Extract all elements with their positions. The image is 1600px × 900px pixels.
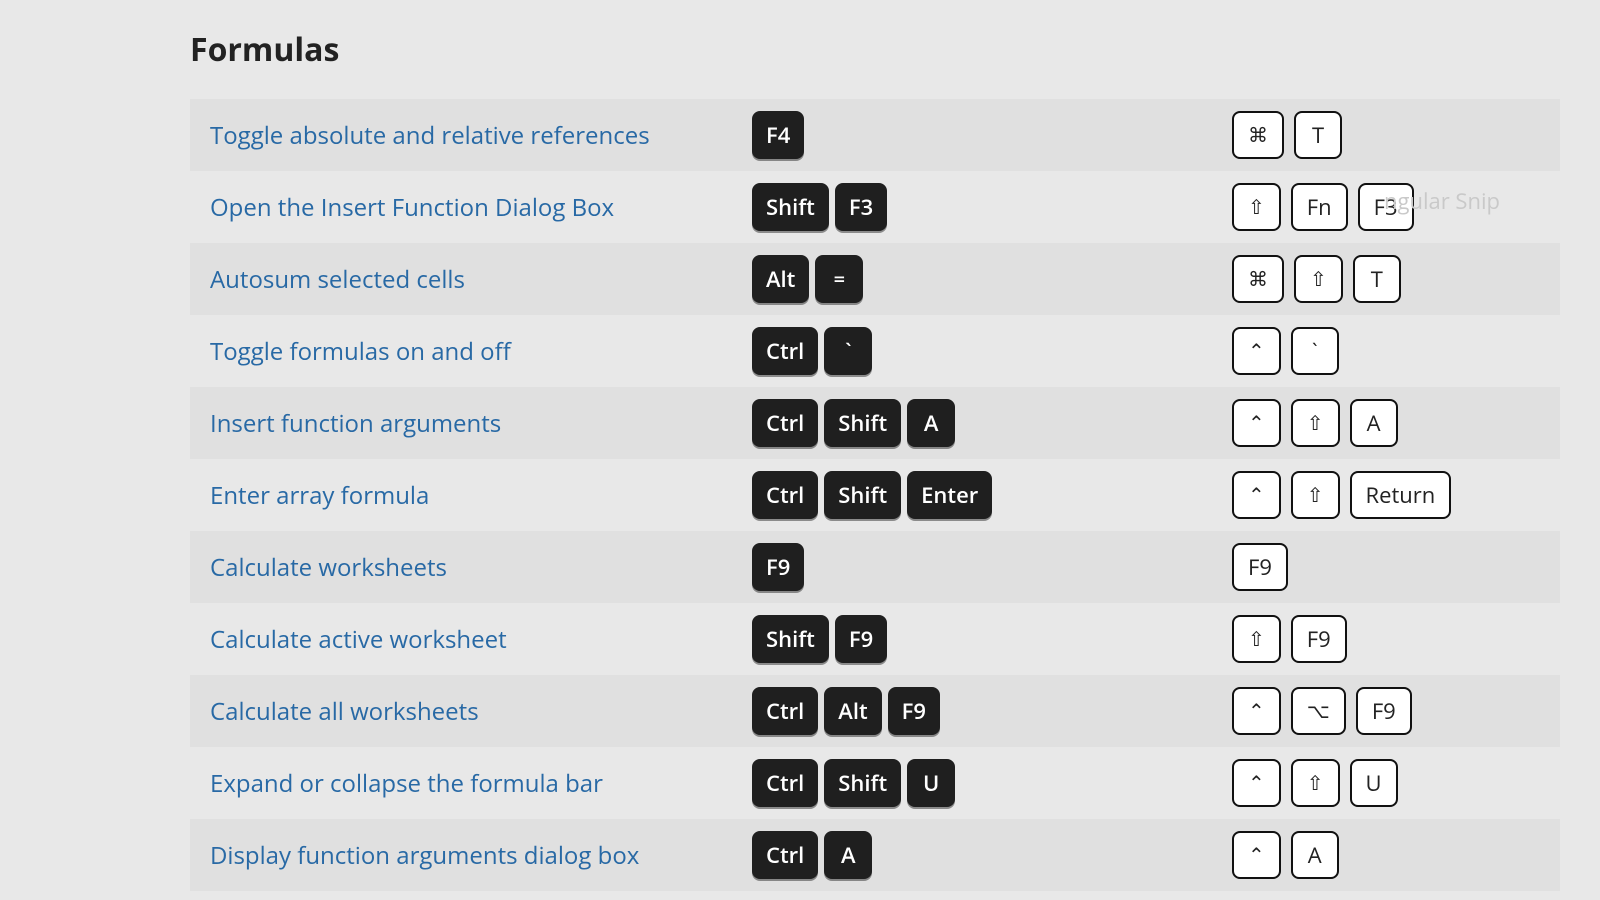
key-dark: Alt [752, 255, 809, 303]
key-dark: Ctrl [752, 687, 818, 735]
shortcut-table: ngular Snip Toggle absolute and relative… [190, 99, 1560, 891]
shortcut-link[interactable]: Toggle absolute and relative references [210, 119, 650, 152]
key-light: ⌃ [1232, 471, 1281, 519]
key-light: ⌃ [1232, 399, 1281, 447]
mac-keys: ⌃⇧U [1232, 759, 1542, 807]
key-light: T [1294, 111, 1342, 159]
key-dark: Ctrl [752, 759, 818, 807]
windows-keys: F4 [752, 111, 1232, 159]
key-light: T [1353, 255, 1401, 303]
shortcut-row: Insert function argumentsCtrlShiftA⌃⇧A [190, 387, 1560, 459]
key-dark: A [907, 399, 955, 447]
key-light: ⇧ [1291, 759, 1340, 807]
key-light: F9 [1291, 615, 1347, 663]
windows-keys: ShiftF9 [752, 615, 1232, 663]
key-light: A [1350, 399, 1398, 447]
key-light: ⇧ [1232, 615, 1281, 663]
key-light: ` [1291, 327, 1339, 375]
key-light: ⌃ [1232, 687, 1281, 735]
shortcut-link[interactable]: Insert function arguments [210, 407, 501, 440]
key-dark: Ctrl [752, 399, 818, 447]
key-light: ⌘ [1232, 255, 1284, 303]
key-dark: Ctrl [752, 471, 818, 519]
key-light: ⌃ [1232, 327, 1281, 375]
key-dark: Shift [752, 615, 829, 663]
key-light: ⌃ [1232, 759, 1281, 807]
shortcut-link[interactable]: Calculate worksheets [210, 551, 447, 584]
key-dark: F9 [752, 543, 804, 591]
shortcut-row: Toggle formulas on and offCtrl`⌃` [190, 315, 1560, 387]
key-dark: Enter [907, 471, 992, 519]
shortcut-link[interactable]: Display function arguments dialog box [210, 839, 639, 872]
mac-keys: ⌃⇧A [1232, 399, 1542, 447]
key-light: F9 [1356, 687, 1412, 735]
key-light: ⌘ [1232, 111, 1284, 159]
key-light: ⇧ [1291, 399, 1340, 447]
key-dark: Ctrl [752, 831, 818, 879]
mac-keys: ⌘⇧T [1232, 255, 1542, 303]
key-dark: A [824, 831, 872, 879]
key-dark: Alt [824, 687, 881, 735]
key-light: ⌥ [1291, 687, 1346, 735]
key-light: U [1350, 759, 1398, 807]
windows-keys: Alt= [752, 255, 1232, 303]
shortcut-row: Calculate all worksheetsCtrlAltF9⌃⌥F9 [190, 675, 1560, 747]
key-dark: Shift [824, 399, 901, 447]
shortcut-link[interactable]: Expand or collapse the formula bar [210, 767, 603, 800]
shortcut-link[interactable]: Calculate all worksheets [210, 695, 479, 728]
shortcut-row: Calculate active worksheetShiftF9⇧F9 [190, 603, 1560, 675]
mac-keys: ⌃⌥F9 [1232, 687, 1542, 735]
shortcut-link[interactable]: Calculate active worksheet [210, 623, 507, 656]
windows-keys: CtrlA [752, 831, 1232, 879]
windows-keys: Ctrl` [752, 327, 1232, 375]
shortcut-row: Open the Insert Function Dialog Box Shift… [190, 171, 1560, 243]
mac-keys: F9 [1232, 543, 1542, 591]
mac-keys: ⇧FnF3 [1232, 183, 1542, 231]
shortcut-link[interactable]: Open the Insert Function Dialog Box [210, 191, 614, 224]
windows-keys: CtrlShiftA [752, 399, 1232, 447]
key-dark: = [815, 255, 863, 303]
shortcut-row: Display function arguments dialog box Ctr… [190, 819, 1560, 891]
shortcut-row: Enter array formulaCtrlShiftEnter⌃⇧Retur… [190, 459, 1560, 531]
key-light: A [1291, 831, 1339, 879]
key-dark: F4 [752, 111, 804, 159]
mac-keys: ⌘T [1232, 111, 1542, 159]
key-dark: Shift [824, 471, 901, 519]
key-dark: Shift [824, 759, 901, 807]
shortcut-link[interactable]: Enter array formula [210, 479, 429, 512]
section-title: Formulas [190, 28, 1560, 71]
windows-keys: CtrlAltF9 [752, 687, 1232, 735]
shortcut-row: Expand or collapse the formula bar CtrlSh… [190, 747, 1560, 819]
key-light: ⇧ [1232, 183, 1281, 231]
mac-keys: ⌃A [1232, 831, 1542, 879]
key-light: Fn [1291, 183, 1348, 231]
key-dark: F9 [835, 615, 887, 663]
shortcut-row: Autosum selected cellsAlt=⌘⇧T [190, 243, 1560, 315]
key-dark: F9 [888, 687, 940, 735]
key-light: F3 [1358, 183, 1414, 231]
windows-keys: ShiftF3 [752, 183, 1232, 231]
key-dark: Ctrl [752, 327, 818, 375]
key-light: Return [1350, 471, 1452, 519]
shortcut-link[interactable]: Autosum selected cells [210, 263, 465, 296]
key-light: ⇧ [1291, 471, 1340, 519]
key-dark: Shift [752, 183, 829, 231]
shortcut-row: Calculate worksheets F9 F9 [190, 531, 1560, 603]
mac-keys: ⇧F9 [1232, 615, 1542, 663]
shortcut-link[interactable]: Toggle formulas on and off [210, 335, 511, 368]
mac-keys: ⌃⇧Return [1232, 471, 1542, 519]
key-dark: U [907, 759, 955, 807]
windows-keys: CtrlShiftEnter [752, 471, 1232, 519]
windows-keys: CtrlShiftU [752, 759, 1232, 807]
key-light: ⇧ [1294, 255, 1343, 303]
key-light: ⌃ [1232, 831, 1281, 879]
key-light: F9 [1232, 543, 1288, 591]
windows-keys: F9 [752, 543, 1232, 591]
key-dark: ` [824, 327, 872, 375]
key-dark: F3 [835, 183, 887, 231]
shortcut-row: Toggle absolute and relative references F… [190, 99, 1560, 171]
mac-keys: ⌃` [1232, 327, 1542, 375]
